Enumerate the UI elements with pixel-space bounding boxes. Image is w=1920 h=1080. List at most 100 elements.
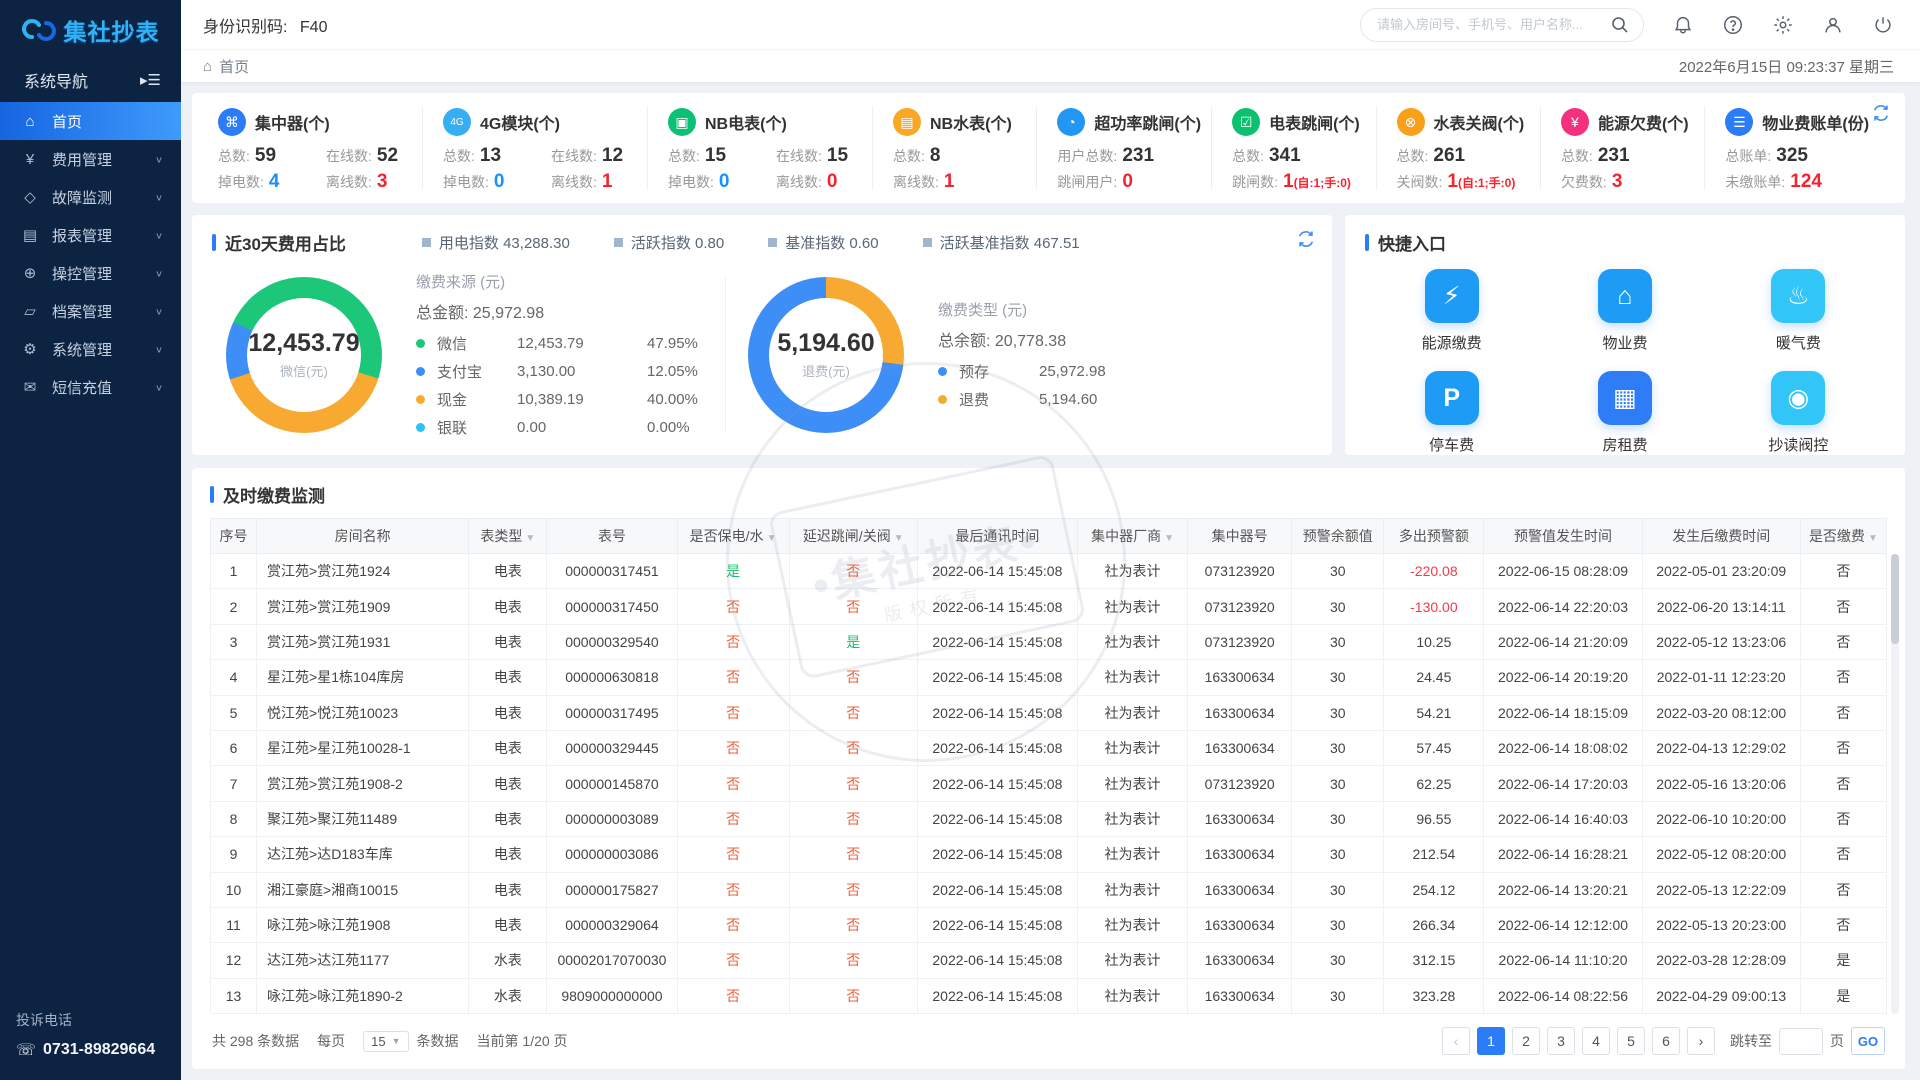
- refresh-chart-icon[interactable]: [1296, 229, 1316, 249]
- chevron-down-icon: ∨: [155, 344, 163, 354]
- cell-延迟跳闸/关阀: 是: [789, 624, 917, 659]
- quick-entry-抄读阀控[interactable]: ◉抄读阀控: [1712, 371, 1885, 455]
- cell-预警余额值: 30: [1292, 907, 1384, 942]
- cell-延迟跳闸/关阀: 否: [789, 695, 917, 730]
- refresh-stats-icon[interactable]: [1871, 103, 1891, 123]
- table-row: 10湘江豪庭>湘商10015电表000000175827否否2022-06-14…: [211, 872, 1887, 907]
- page-button-4[interactable]: 4: [1582, 1027, 1610, 1055]
- power-icon[interactable]: [1872, 14, 1894, 36]
- sort-caret-icon: ▼: [1868, 533, 1878, 544]
- breadcrumb-bar: ⌂ 首页 2022年6月15日 09:23:37 星期三: [181, 49, 1920, 82]
- cell-延迟跳闸/关阀: 否: [789, 766, 917, 801]
- column-header-延迟跳闸/关阀[interactable]: 延迟跳闸/关阀▼: [789, 519, 917, 554]
- column-header-是否保电/水[interactable]: 是否保电/水▼: [677, 519, 789, 554]
- table-row: 6星江苑>星江苑10028-1电表000000329445否否2022-06-1…: [211, 730, 1887, 765]
- logo-icon: [22, 15, 56, 45]
- cell-集中器厂商: 社为表计: [1077, 695, 1187, 730]
- stat-pair-label: 总数:: [1397, 146, 1429, 166]
- cell-集中器号: 073123920: [1188, 554, 1292, 589]
- cell-房间名称: 赏江苑>赏江苑1909: [257, 589, 469, 624]
- cell-发生后缴费时间: 2022-03-28 12:28:09: [1642, 943, 1800, 978]
- next-page-button[interactable]: ›: [1687, 1027, 1715, 1055]
- quick-entry-房租费[interactable]: ▦房租费: [1538, 371, 1711, 455]
- column-header-是否缴费[interactable]: 是否缴费▼: [1800, 519, 1886, 554]
- quick-entry-暖气费[interactable]: ♨暖气费: [1712, 269, 1885, 353]
- sidebar-item-故障监测[interactable]: ◇故障监测∨: [0, 178, 181, 216]
- column-header-最后通讯时间: 最后通讯时间: [917, 519, 1077, 554]
- stat-pair-value: 0: [494, 171, 505, 193]
- cell-多出预警额: 254.12: [1384, 872, 1484, 907]
- chevron-down-icon: ∨: [155, 192, 163, 202]
- cell-是否缴费: 否: [1800, 872, 1886, 907]
- column-header-集中器厂商[interactable]: 集中器厂商▼: [1077, 519, 1187, 554]
- sidebar-item-档案管理[interactable]: ▱档案管理∨: [0, 292, 181, 330]
- breadcrumb[interactable]: ⌂ 首页: [203, 56, 249, 77]
- search-input[interactable]: [1377, 17, 1609, 32]
- table-scrollbar-thumb[interactable]: [1891, 554, 1899, 644]
- cell-最后通讯时间: 2022-06-14 15:45:08: [917, 730, 1077, 765]
- quick-entry-label: 物业费: [1602, 332, 1647, 353]
- cell-延迟跳闸/关阀: 否: [789, 730, 917, 765]
- search-icon[interactable]: [1609, 14, 1631, 36]
- page-button-1[interactable]: 1: [1477, 1027, 1505, 1055]
- cell-房间名称: 悦江苑>悦江苑10023: [257, 695, 469, 730]
- page-button-2[interactable]: 2: [1512, 1027, 1540, 1055]
- cell-多出预警额: 24.45: [1384, 660, 1484, 695]
- collapse-menu-icon[interactable]: ▸☰: [140, 71, 161, 89]
- stat-title: 4G4G模块(个): [443, 108, 637, 136]
- search-box[interactable]: [1360, 8, 1644, 42]
- sidebar-item-操控管理[interactable]: ⊕操控管理∨: [0, 254, 181, 292]
- cell-表号: 000000175827: [547, 872, 677, 907]
- cell-序号: 12: [211, 943, 257, 978]
- sidebar-footer: 投诉电话 ☏ 0731-89829664: [0, 996, 181, 1080]
- stat-pair-label: 关阀数:: [1397, 172, 1443, 192]
- cell-集中器号: 163300634: [1188, 872, 1292, 907]
- sidebar-item-短信充值[interactable]: ✉短信充值∨: [0, 368, 181, 406]
- bell-icon[interactable]: [1672, 14, 1694, 36]
- cell-房间名称: 达江苑>达江苑1177: [257, 943, 469, 978]
- meter-trip-icon: ☑: [1232, 108, 1260, 136]
- cell-延迟跳闸/关阀: 否: [789, 837, 917, 872]
- page-button-6[interactable]: 6: [1652, 1027, 1680, 1055]
- stat-line: 总数:15在线数:15: [668, 145, 862, 167]
- cell-预警余额值: 30: [1292, 978, 1384, 1013]
- donut1-center-label: 微信(元): [280, 361, 328, 380]
- cell-多出预警额: 54.21: [1384, 695, 1484, 730]
- go-button[interactable]: GO: [1851, 1027, 1885, 1055]
- column-header-表类型[interactable]: 表类型▼: [469, 519, 547, 554]
- stat-title-label: 超功率跳闸(个): [1094, 110, 1201, 134]
- sidebar-item-首页[interactable]: ⌂首页: [0, 102, 181, 140]
- sidebar-item-系统管理[interactable]: ⚙系统管理∨: [0, 330, 181, 368]
- cell-集中器号: 163300634: [1188, 837, 1292, 872]
- cell-预警余额值: 30: [1292, 660, 1384, 695]
- stat-title-label: 水表关阀(个): [1434, 110, 1525, 134]
- stat-pair-label: 欠费数:: [1561, 172, 1607, 192]
- stat-pair-label: 总数:: [893, 146, 925, 166]
- quick-entry-物业费[interactable]: ⌂物业费: [1538, 269, 1711, 353]
- cell-最后通讯时间: 2022-06-14 15:45:08: [917, 872, 1077, 907]
- quick-entry-能源缴费[interactable]: ⚡能源缴费: [1365, 269, 1538, 353]
- jump-page-input[interactable]: [1779, 1028, 1823, 1055]
- stat-pair: 用户总数:231: [1057, 145, 1154, 167]
- sidebar-item-报表管理[interactable]: ▤报表管理∨: [0, 216, 181, 254]
- page-button-3[interactable]: 3: [1547, 1027, 1575, 1055]
- page-button-5[interactable]: 5: [1617, 1027, 1645, 1055]
- sidebar-item-费用管理[interactable]: ¥费用管理∨: [0, 140, 181, 178]
- meter-valve-icon: ◉: [1771, 371, 1825, 425]
- help-icon[interactable]: [1722, 14, 1744, 36]
- cell-序号: 10: [211, 872, 257, 907]
- user-icon[interactable]: [1822, 14, 1844, 36]
- prev-page-button[interactable]: ‹: [1442, 1027, 1470, 1055]
- stat-超功率跳闸(个): ◔超功率跳闸(个)用户总数:231跳闸用户:0: [1037, 106, 1212, 190]
- stat-pair-value: 59: [255, 145, 276, 167]
- cell-多出预警额: 57.45: [1384, 730, 1484, 765]
- stat-line: 欠费数:3: [1561, 171, 1694, 193]
- settings-icon[interactable]: [1772, 14, 1794, 36]
- cell-预警值发生时间: 2022-06-15 08:28:09: [1484, 554, 1642, 589]
- cell-序号: 7: [211, 766, 257, 801]
- per-page-select[interactable]: 15▼: [363, 1031, 408, 1052]
- quick-entry-停车费[interactable]: P停车费: [1365, 371, 1538, 455]
- cell-发生后缴费时间: 2022-04-29 09:00:13: [1642, 978, 1800, 1013]
- stat-pair-label: 总数:: [1232, 146, 1264, 166]
- cell-预警余额值: 30: [1292, 589, 1384, 624]
